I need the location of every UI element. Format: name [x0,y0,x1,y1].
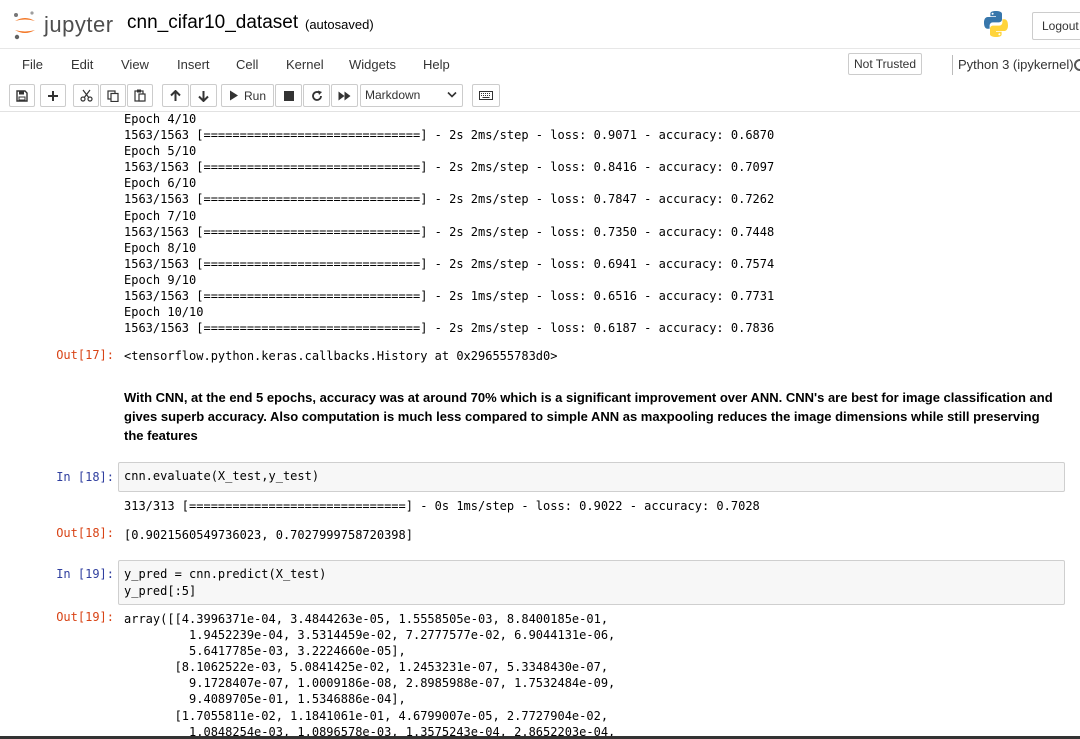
python-logo-icon [982,10,1010,43]
restart-icon [311,90,322,101]
move-cell-down-button[interactable] [190,84,217,107]
logout-button[interactable]: Logout [1032,12,1080,40]
log-line: 1563/1563 [=============================… [124,224,775,239]
array-line: 9.1728407e-07, 1.0009186e-08, 2.8985988e… [124,676,616,691]
array-line: [8.1062522e-03, 5.0841425e-02, 1.2453231… [124,660,609,675]
copy-icon [107,89,119,102]
interrupt-kernel-button[interactable] [275,84,302,107]
output-prompt-18: Out[18]: [56,526,114,540]
menu-widgets[interactable]: Widgets [349,57,396,72]
history-output: <tensorflow.python.keras.callbacks.Histo… [124,349,558,363]
prediction-array-output: array([[4.3996371e-04, 3.4844263e-05, 1.… [124,611,615,739]
log-line: 1563/1563 [=============================… [124,289,775,304]
fast-forward-icon [338,91,351,100]
kernel-name[interactable]: Python 3 (ipykernel) [958,57,1074,72]
keyboard-icon [479,91,493,100]
menu-file[interactable]: File [22,57,43,72]
chevron-down-icon [447,91,457,98]
kernel-idle-indicator-icon [1074,59,1080,71]
menu-cell[interactable]: Cell [236,57,258,72]
menu-view[interactable]: View [121,57,149,72]
code-line: y_pred = cnn.predict(X_test) [124,567,327,581]
menubar: File Edit View Insert Cell Kernel Widget… [0,48,1080,80]
code-block[interactable]: y_pred = cnn.predict(X_test) y_pred[:5] [124,566,326,599]
stop-icon [283,90,294,101]
code-cell-18[interactable]: cnn.evaluate(X_test,y_test) [118,462,1065,492]
log-line: 1563/1563 [=============================… [124,256,775,271]
log-line: Epoch 8/10 [124,240,197,255]
move-cell-up-button[interactable] [162,84,189,107]
arrow-up-icon [170,89,181,101]
markdown-cell-text[interactable]: With CNN, at the end 5 epochs, accuracy … [124,388,1054,445]
input-prompt-18: In [18]: [56,470,114,484]
evaluate-result-output: [0.9021560549736023, 0.7027999758720398] [124,528,413,542]
menu-kernel[interactable]: Kernel [286,57,324,72]
notebook-title[interactable]: cnn_cifar10_dataset [127,12,298,34]
menu-insert[interactable]: Insert [177,57,210,72]
log-line: Epoch 4/10 [124,112,197,126]
cell-type-select[interactable]: Markdown [360,84,463,107]
log-line: 1563/1563 [=============================… [124,192,775,207]
menu-edit[interactable]: Edit [71,57,93,72]
log-line: Epoch 6/10 [124,176,197,191]
log-line: 1563/1563 [=============================… [124,321,775,336]
arrow-down-icon [198,90,209,102]
restart-run-all-button[interactable] [331,84,358,107]
paste-icon [134,89,146,102]
paste-cell-button[interactable] [127,84,153,107]
evaluate-stream-output: 313/313 [==============================]… [124,499,760,513]
log-line: Epoch 9/10 [124,272,197,287]
input-prompt-19: In [19]: [56,567,114,581]
autosave-status: (autosaved) [305,17,374,32]
menu-help[interactable]: Help [423,57,450,72]
output-prompt-17: Out[17]: [56,348,114,362]
save-icon [16,89,28,102]
code-line: y_pred[:5] [124,583,197,598]
save-button[interactable] [9,84,35,107]
cut-cell-button[interactable] [73,84,99,107]
not-trusted-button[interactable]: Not Trusted [848,53,923,75]
code-cell-19[interactable]: y_pred = cnn.predict(X_test) y_pred[:5] [118,560,1065,605]
notebook-header: jupyter cnn_cifar10_dataset (autosaved) … [0,0,1080,48]
copy-cell-button[interactable] [100,84,126,107]
log-line: Epoch 7/10 [124,208,197,223]
array-line: array([[4.3996371e-04, 3.4844263e-05, 1.… [124,612,609,626]
array-line: 9.4089705e-01, 1.5346886e-04], [124,692,406,707]
insert-cell-button[interactable] [40,84,66,107]
log-line: 1563/1563 [=============================… [124,160,775,175]
kernel-separator [952,55,953,75]
training-log-output: Epoch 4/10 1563/1563 [===================… [124,112,774,336]
code-line[interactable]: cnn.evaluate(X_test,y_test) [124,468,319,485]
run-label: Run [243,88,266,103]
scissors-icon [79,89,93,102]
command-palette-button[interactable] [472,84,500,107]
jupyter-logo-icon [14,11,35,40]
restart-kernel-button[interactable] [303,84,330,107]
array-line: 5.6417785e-03, 3.2224660e-05], [124,644,406,659]
jupyter-logo[interactable]: jupyter [12,9,114,41]
jupyter-logo-text: jupyter [44,12,114,37]
output-prompt-19: Out[19]: [56,610,114,624]
notebook-area[interactable]: Epoch 4/10 1563/1563 [===================… [0,112,1080,739]
array-line: 1.9452239e-04, 3.5314459e-02, 7.2777577e… [124,628,616,643]
notebook-toolbar: Run Markdown [0,80,1080,112]
log-line: Epoch 10/10 [124,305,204,320]
array-line: [1.7055811e-02, 1.1841061e-01, 4.6799007… [124,708,609,723]
run-icon [229,90,238,101]
plus-icon [48,90,58,101]
cell-type-value: Markdown [365,88,421,102]
log-line: 1563/1563 [=============================… [124,128,775,143]
log-line: Epoch 5/10 [124,144,197,159]
run-button[interactable]: Run [221,84,274,107]
